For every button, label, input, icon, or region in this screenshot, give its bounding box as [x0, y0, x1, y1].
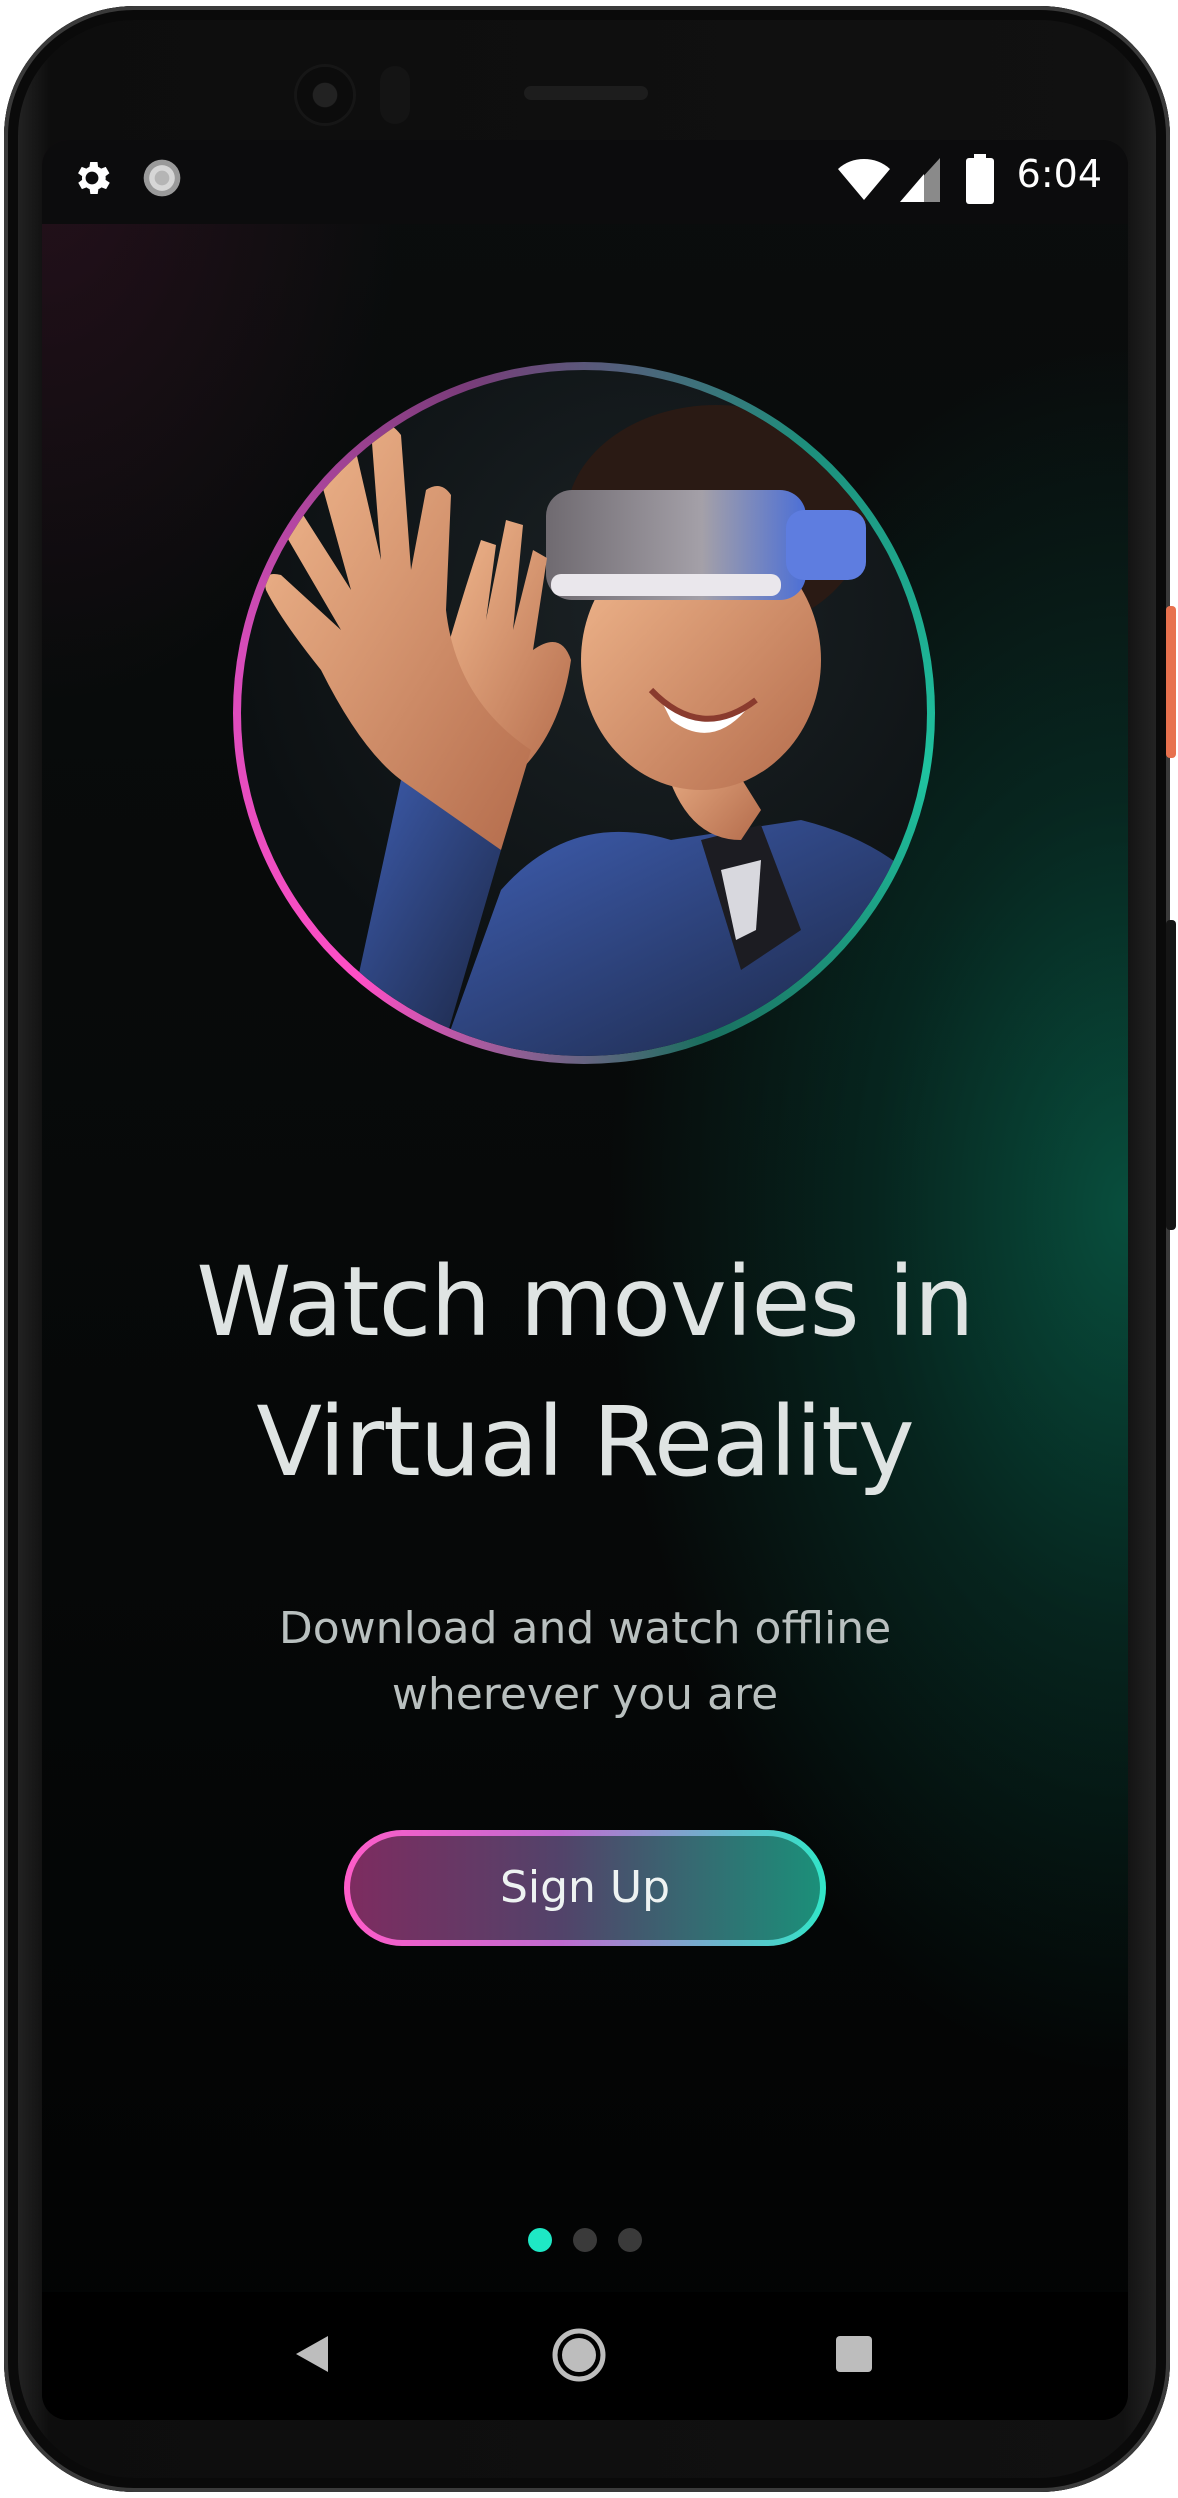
hero-image: [241, 370, 927, 1056]
sign-up-button[interactable]: Sign Up: [350, 1836, 820, 1940]
headline-line-1: Watch movies in: [196, 1246, 974, 1358]
battery-icon: [966, 154, 994, 204]
status-time: 6:04: [1016, 152, 1102, 196]
earpiece-speaker: [524, 86, 648, 100]
subtitle-line-2: wherever you are: [391, 1669, 779, 1720]
home-icon[interactable]: [550, 2326, 608, 2384]
app-screen: 6:04 Watch movies in Virtual Reality Dow…: [42, 140, 1128, 2420]
volume-button[interactable]: [1166, 920, 1176, 1230]
status-bar: 6:04: [42, 140, 1128, 224]
page-dot-2[interactable]: [573, 2228, 597, 2252]
sync-icon: [143, 159, 181, 197]
power-button[interactable]: [1166, 606, 1176, 758]
headline-line-2: Virtual Reality: [256, 1386, 914, 1498]
recents-icon[interactable]: [834, 2334, 874, 2374]
page-dot-1[interactable]: [528, 2228, 552, 2252]
vr-person-illustration: [265, 405, 927, 1056]
page-dot-3[interactable]: [618, 2228, 642, 2252]
front-camera: [297, 67, 353, 123]
onboarding-subtitle: Download and watch offline wherever you …: [42, 1596, 1128, 1728]
onboarding-headline: Watch movies in Virtual Reality: [42, 1232, 1128, 1512]
navigation-bar: [42, 2292, 1128, 2420]
page-indicator: [42, 2228, 1128, 2258]
subtitle-line-1: Download and watch offline: [278, 1603, 892, 1654]
back-icon[interactable]: [292, 2332, 332, 2376]
proximity-sensor: [380, 66, 410, 124]
wifi-icon: [838, 159, 890, 200]
cell-signal-icon: [900, 158, 940, 202]
gear-icon: [78, 162, 110, 194]
